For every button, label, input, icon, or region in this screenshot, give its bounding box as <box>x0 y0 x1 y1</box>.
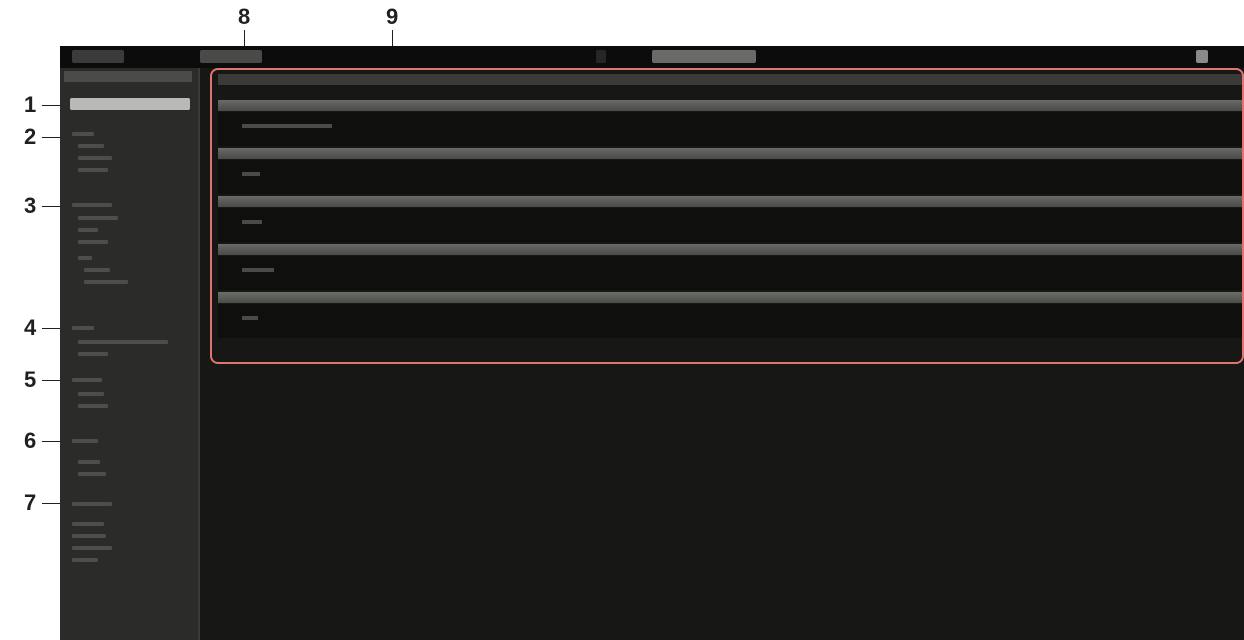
callout-2: 2 <box>24 124 37 149</box>
sidebar-group-5[interactable] <box>72 376 102 385</box>
sidebar-group-4[interactable] <box>72 324 94 333</box>
section-value[interactable] <box>242 219 262 227</box>
callout-6: 6 <box>24 428 37 453</box>
sidebar-item[interactable] <box>72 532 106 541</box>
callout-7: 7 <box>24 490 37 515</box>
section-header <box>218 148 1242 159</box>
close-icon[interactable] <box>1196 50 1208 63</box>
sidebar-item[interactable] <box>72 556 98 565</box>
sidebar-item[interactable] <box>78 226 98 235</box>
top-small-button[interactable] <box>596 50 606 63</box>
section-value[interactable] <box>242 123 332 131</box>
section-row <box>218 160 1242 194</box>
section-value[interactable] <box>242 315 258 323</box>
sidebar-item[interactable] <box>78 154 112 163</box>
sidebar-item-selected[interactable] <box>70 98 190 110</box>
section-value[interactable] <box>242 267 274 275</box>
section-header <box>218 292 1242 303</box>
sidebar-item[interactable] <box>78 254 92 263</box>
top-bar <box>60 46 1244 68</box>
sidebar-group-7[interactable] <box>72 500 112 509</box>
top-left-button[interactable] <box>72 50 124 63</box>
sidebar <box>60 68 200 640</box>
sidebar-item[interactable] <box>78 350 108 359</box>
section-row <box>218 256 1242 290</box>
callout-9: 9 <box>386 4 399 29</box>
sidebar-item[interactable] <box>78 166 108 175</box>
main-title-bar <box>218 74 1242 85</box>
sidebar-item[interactable] <box>78 214 118 223</box>
section-row <box>218 304 1242 338</box>
callout-8: 8 <box>238 4 251 29</box>
sidebar-item[interactable] <box>78 238 108 247</box>
section-header <box>218 196 1242 207</box>
callout-5: 5 <box>24 367 37 392</box>
main-content <box>200 68 1244 640</box>
section-row <box>218 208 1242 242</box>
sidebar-item[interactable] <box>78 470 106 479</box>
section-header <box>218 100 1242 111</box>
sidebar-group-2[interactable] <box>72 130 94 139</box>
callout-3: 3 <box>24 193 37 218</box>
sidebar-item[interactable] <box>78 142 104 151</box>
sidebar-item[interactable] <box>78 338 168 347</box>
section-row <box>218 112 1242 146</box>
callout-1: 1 <box>24 92 37 117</box>
sidebar-item[interactable] <box>84 278 128 287</box>
sidebar-item[interactable] <box>78 390 104 399</box>
app-window <box>60 46 1244 640</box>
sidebar-item[interactable] <box>72 544 112 553</box>
top-center-button[interactable] <box>652 50 756 63</box>
sidebar-item[interactable] <box>72 520 104 529</box>
sidebar-item[interactable] <box>78 458 100 467</box>
sidebar-group-6[interactable] <box>72 437 98 446</box>
sidebar-header <box>64 71 192 82</box>
tab-setup[interactable] <box>200 50 262 63</box>
callout-4: 4 <box>24 315 37 340</box>
sidebar-item[interactable] <box>84 266 110 275</box>
sidebar-item[interactable] <box>78 402 108 411</box>
sidebar-group-3[interactable] <box>72 201 112 210</box>
section-value[interactable] <box>242 171 260 179</box>
section-header <box>218 244 1242 255</box>
